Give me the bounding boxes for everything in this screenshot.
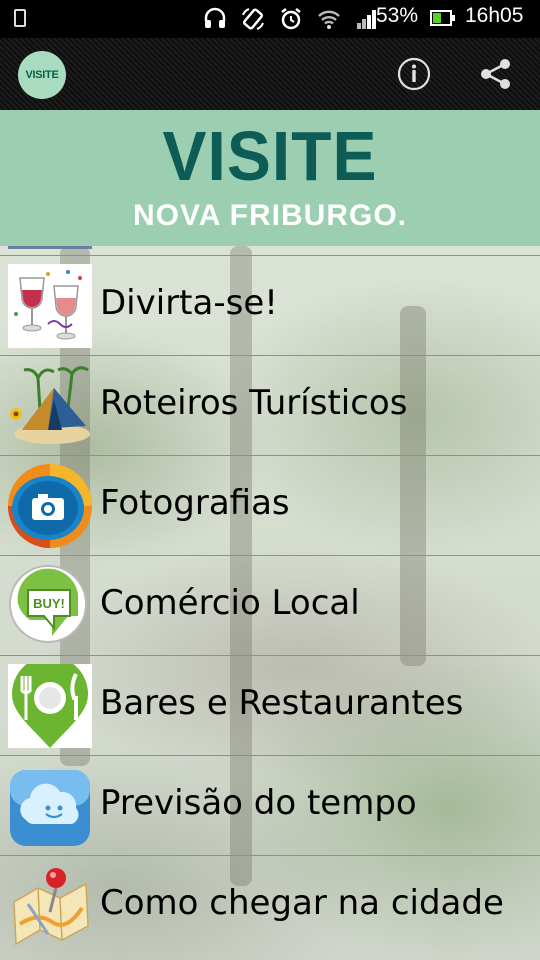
- rotate-icon: [242, 8, 264, 30]
- action-bar: VISITE: [0, 38, 540, 110]
- scroll-indicator: [8, 246, 92, 249]
- menu-item-divirta-se[interactable]: Divirta-se!: [0, 255, 540, 355]
- share-icon[interactable]: [478, 56, 514, 92]
- clock: 16h05: [465, 4, 524, 27]
- banner-subtitle: NOVA FRIBURGO.: [133, 199, 407, 232]
- banner-title: VISITE: [162, 117, 378, 195]
- menu-item-previsao[interactable]: Previsão do tempo: [0, 755, 540, 855]
- camera-icon: [8, 464, 92, 548]
- headset-icon: [204, 7, 226, 28]
- menu-item-roteiros[interactable]: Roteiros Turísticos: [0, 355, 540, 455]
- menu-item-label: Previsão do tempo: [100, 783, 417, 823]
- menu-item-label: Roteiros Turísticos: [100, 383, 408, 423]
- app-logo-text: VISITE: [25, 69, 59, 81]
- weather-cloud-icon: [10, 770, 90, 846]
- buy-tag-icon: BUY!: [9, 565, 87, 643]
- banner: VISITE NOVA FRIBURGO.: [0, 110, 540, 246]
- menu-item-label: Divirta-se!: [100, 283, 278, 323]
- menu-item-label: Como chegar na cidade: [100, 883, 504, 923]
- menu-background: Divirta-se! Roteiros Turísticos Fotograf…: [0, 246, 540, 960]
- app-logo[interactable]: VISITE: [18, 51, 66, 99]
- wifi-icon: [318, 10, 340, 29]
- status-bar: 53% 16h05: [0, 0, 540, 38]
- tent-icon: [10, 366, 90, 444]
- menu-item-bares[interactable]: Bares e Restaurantes: [0, 655, 540, 755]
- status-icons: [203, 5, 379, 33]
- alarm-icon: [281, 8, 301, 30]
- map-pin-icon: [13, 868, 89, 946]
- menu-item-label: Fotografias: [100, 483, 290, 523]
- menu-item-label: Bares e Restaurantes: [100, 683, 464, 723]
- battery-percent: 53%: [376, 4, 419, 27]
- svg-text:BUY!: BUY!: [33, 596, 65, 611]
- phone-icon: [14, 9, 26, 27]
- menu-item-como-chegar[interactable]: Como chegar na cidade: [0, 855, 540, 955]
- party-glasses-icon: [8, 264, 92, 348]
- menu-item-fotografias[interactable]: Fotografias: [0, 455, 540, 555]
- menu-list: Divirta-se! Roteiros Turísticos Fotograf…: [0, 255, 540, 955]
- info-icon[interactable]: [396, 56, 432, 92]
- battery-fill: [433, 13, 441, 23]
- restaurant-pin-icon: [8, 664, 92, 748]
- battery-icon: [430, 10, 455, 26]
- menu-item-comercio[interactable]: BUY! Comércio Local: [0, 555, 540, 655]
- menu-item-label: Comércio Local: [100, 583, 360, 623]
